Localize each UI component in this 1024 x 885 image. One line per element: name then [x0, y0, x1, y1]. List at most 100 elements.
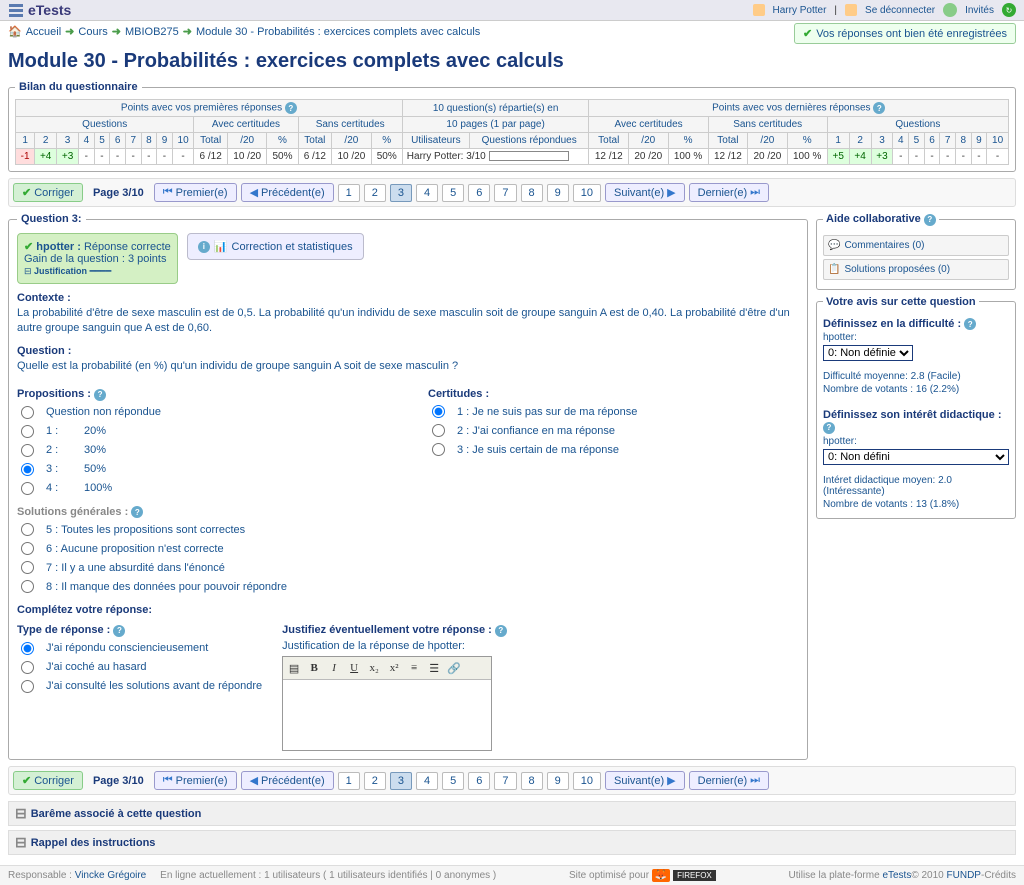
prop-row[interactable]: 1 :20% — [17, 422, 388, 441]
user-icon — [753, 4, 765, 16]
help-icon[interactable]: ? — [131, 506, 143, 518]
page-7[interactable]: 7 — [494, 772, 516, 790]
gen-row[interactable]: 8 : Il manque des données pour pouvoir r… — [17, 577, 388, 596]
help-icon[interactable]: ? — [924, 214, 936, 226]
page-7[interactable]: 7 — [494, 184, 516, 202]
bc-courses[interactable]: Cours — [78, 26, 107, 38]
radio-prop-2[interactable] — [21, 444, 34, 457]
page-5[interactable]: 5 — [442, 184, 464, 202]
help-icon[interactable]: ? — [964, 318, 976, 330]
radio-prop-3[interactable] — [21, 463, 34, 476]
radio-gen-7[interactable] — [21, 561, 34, 574]
first-button[interactable]: ⏮Premier(e) — [154, 183, 237, 202]
last-button[interactable]: Dernier(e)⏭ — [689, 771, 769, 790]
solutions-button[interactable]: 📋Solutions proposées (0) — [823, 259, 1009, 280]
comments-button[interactable]: 💬Commentaires (0) — [823, 235, 1009, 256]
radio-gen-6[interactable] — [21, 542, 34, 555]
help-icon[interactable]: ? — [495, 625, 507, 637]
radio-cert-2[interactable] — [432, 424, 445, 437]
cert-row[interactable]: 1 : Je ne suis pas sur de ma réponse — [428, 402, 799, 421]
last-button[interactable]: Dernier(e)⏭ — [689, 183, 769, 202]
cert-row[interactable]: 3 : Je suis certain de ma réponse — [428, 440, 799, 459]
bold-icon[interactable]: B — [305, 659, 323, 677]
bc-course[interactable]: MBIOB275 — [125, 26, 179, 38]
gen-row[interactable]: 5 : Toutes les propositions sont correct… — [17, 520, 388, 539]
prop-row[interactable]: Question non répondue — [17, 403, 388, 422]
source-icon[interactable]: ▤ — [285, 659, 303, 677]
list-ul-icon[interactable]: ☰ — [425, 659, 443, 677]
page-3[interactable]: 3 — [390, 772, 412, 790]
italic-icon[interactable]: I — [325, 659, 343, 677]
radio-type-3[interactable] — [21, 680, 34, 693]
fundp-link[interactable]: FUNDP — [947, 870, 981, 881]
collapse-rappel[interactable]: ⊟Rappel des instructions — [8, 830, 1016, 855]
next-button[interactable]: Suivant(e)▶ — [605, 183, 685, 202]
page-8[interactable]: 8 — [521, 772, 543, 790]
superscript-icon[interactable]: x² — [385, 659, 403, 677]
help-icon[interactable]: ? — [285, 102, 297, 114]
cert-row[interactable]: 2 : J'ai confiance en ma réponse — [428, 421, 799, 440]
page-4[interactable]: 4 — [416, 772, 438, 790]
help-icon[interactable]: ? — [873, 102, 885, 114]
subscript-icon[interactable]: x₂ — [365, 659, 383, 677]
refresh-icon[interactable]: ↻ — [1002, 3, 1016, 17]
stats-button[interactable]: i 📊 Correction et statistiques — [187, 233, 364, 260]
page-1[interactable]: 1 — [338, 184, 360, 202]
page-4[interactable]: 4 — [416, 184, 438, 202]
correct-button[interactable]: ✔Corriger — [13, 771, 83, 790]
page-5[interactable]: 5 — [442, 772, 464, 790]
bc-home[interactable]: Accueil — [26, 26, 61, 38]
prop-row[interactable]: 2 :30% — [17, 441, 388, 460]
radio-prop-4[interactable] — [21, 482, 34, 495]
page-6[interactable]: 6 — [468, 184, 490, 202]
gen-row[interactable]: 6 : Aucune proposition n'est correcte — [17, 539, 388, 558]
prop-row[interactable]: 3 :50% — [17, 460, 388, 479]
prev-button[interactable]: ◀Précédent(e) — [241, 771, 334, 790]
interest-select[interactable]: 0: Non défini — [823, 449, 1009, 465]
gen-row[interactable]: 7 : Il y a une absurdité dans l'énoncé — [17, 558, 388, 577]
first-button[interactable]: ⏮Premier(e) — [154, 771, 237, 790]
chart-icon: 📊 — [214, 240, 228, 253]
prop-row[interactable]: 4 :100% — [17, 479, 388, 498]
correct-button[interactable]: ✔Corriger — [13, 183, 83, 202]
page-9[interactable]: 9 — [547, 772, 569, 790]
prev-button[interactable]: ◀Précédent(e) — [241, 183, 334, 202]
underline-icon[interactable]: U — [345, 659, 363, 677]
radio-gen-5[interactable] — [21, 523, 34, 536]
list-ol-icon[interactable]: ≡ — [405, 659, 423, 677]
responsible-link[interactable]: Vincke Grégoire — [75, 870, 147, 881]
bc-module[interactable]: Module 30 - Probabilités : exercices com… — [196, 26, 480, 38]
help-icon[interactable]: ? — [113, 625, 125, 637]
type-row[interactable]: J'ai consulté les solutions avant de rép… — [17, 677, 262, 696]
collapse-bareme[interactable]: ⊟Barême associé à cette question — [8, 801, 1016, 826]
radio-cert-3[interactable] — [432, 443, 445, 456]
difficulty-select[interactable]: 0: Non définie — [823, 345, 913, 361]
radio-prop-0[interactable] — [21, 406, 34, 419]
logout-link[interactable]: Se déconnecter — [865, 5, 935, 16]
certitudes-heading: Certitudes : — [428, 388, 799, 400]
type-row[interactable]: J'ai coché au hasard — [17, 658, 262, 677]
page-8[interactable]: 8 — [521, 184, 543, 202]
page-2[interactable]: 2 — [364, 772, 386, 790]
page-2[interactable]: 2 — [364, 184, 386, 202]
guests-link[interactable]: Invités — [965, 5, 994, 16]
page-9[interactable]: 9 — [547, 184, 569, 202]
help-icon[interactable]: ? — [823, 422, 835, 434]
radio-cert-1[interactable] — [432, 405, 445, 418]
radio-type-2[interactable] — [21, 661, 34, 674]
next-button[interactable]: Suivant(e)▶ — [605, 771, 685, 790]
page-3[interactable]: 3 — [390, 184, 412, 202]
type-row[interactable]: J'ai répondu consciencieusement — [17, 639, 262, 658]
page-1[interactable]: 1 — [338, 772, 360, 790]
radio-type-1[interactable] — [21, 642, 34, 655]
help-icon[interactable]: ? — [94, 389, 106, 401]
page-10[interactable]: 10 — [573, 772, 601, 790]
link-icon[interactable]: 🔗 — [445, 659, 463, 677]
page-10[interactable]: 10 — [573, 184, 601, 202]
editor-textarea[interactable] — [283, 680, 491, 750]
radio-gen-8[interactable] — [21, 580, 34, 593]
etests-link[interactable]: eTests — [882, 870, 911, 881]
user-link[interactable]: Harry Potter — [773, 5, 827, 16]
page-6[interactable]: 6 — [468, 772, 490, 790]
radio-prop-1[interactable] — [21, 425, 34, 438]
